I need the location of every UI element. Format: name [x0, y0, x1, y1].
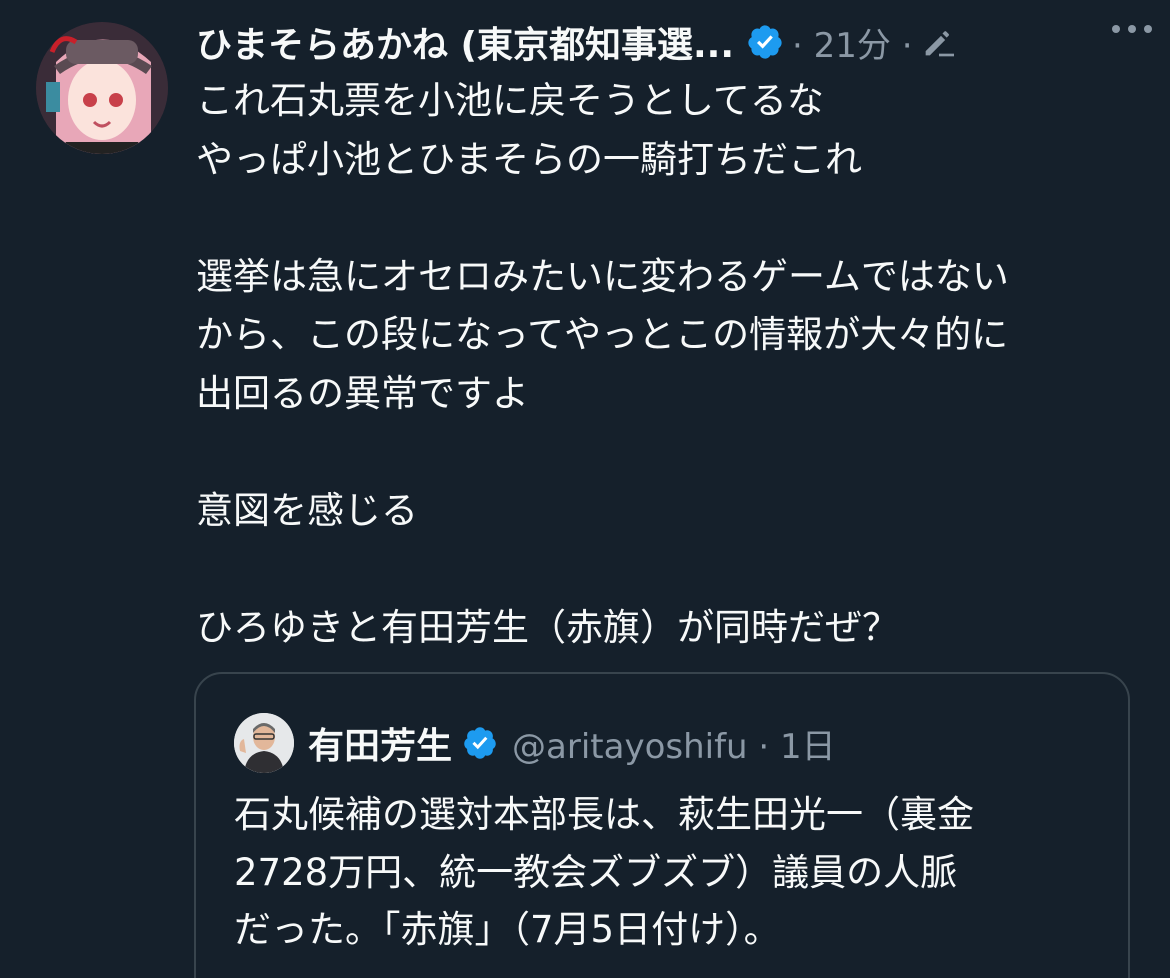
timestamp[interactable]: · 21分 ·	[792, 18, 913, 67]
quoted-text-line: だった。「赤旗」（7月5日付け）。	[234, 908, 781, 951]
author-name[interactable]: ひまそらあかね (東京都知事選...	[196, 16, 734, 68]
verified-badge-icon	[464, 727, 496, 759]
tweet-text-line: 選挙は急にオセロみたいに変わるゲームではない	[196, 254, 1009, 298]
tweet-header: ひまそらあかね (東京都知事選... · 21分 ·	[196, 12, 1130, 72]
quoted-tweet-header: 有田芳生 @aritayoshifu · 1日	[234, 712, 836, 774]
quoted-tweet[interactable]: 有田芳生 @aritayoshifu · 1日 石丸候補の選対本部長は、萩生田光…	[194, 672, 1130, 978]
quoted-text-line: 2728万円、統一教会ズブズブ）議員の人脈	[234, 850, 958, 894]
more-options-icon[interactable]	[1108, 14, 1156, 44]
quoted-handle-timestamp[interactable]: @aritayoshifu · 1日	[512, 719, 836, 768]
tweet-text-line: これ石丸票を小池に戻そうとしてるな	[196, 79, 824, 122]
tweet-text-line: やっぱ小池とひまそらの一騎打ちだこれ	[196, 137, 862, 181]
author-avatar[interactable]	[36, 22, 168, 154]
quoted-author-avatar	[234, 713, 294, 773]
quoted-author-name[interactable]: 有田芳生	[308, 717, 452, 769]
quoted-author-avatar-image	[234, 713, 294, 773]
tweet-text-line: から、この段になってやっとこの情報が大々的に	[196, 313, 1009, 356]
tweet-text-line: 意図を感じる	[196, 488, 418, 532]
quoted-tweet-text: 石丸候補の選対本部長は、萩生田光一（裏金 2728万円、統一教会ズブズブ）議員の…	[234, 786, 1114, 959]
quoted-text-line: 石丸候補の選対本部長は、萩生田光一（裏金	[234, 793, 974, 836]
tweet[interactable]: ひまそらあかね (東京都知事選... · 21分 · これ石丸票を小池に戻そうと…	[0, 0, 1170, 978]
verified-badge-icon	[748, 25, 782, 59]
tweet-text: これ石丸票を小池に戻そうとしてるな やっぱ小池とひまそらの一騎打ちだこれ 選挙は…	[196, 72, 1156, 657]
edited-pencil-icon[interactable]	[919, 22, 959, 62]
tweet-text-line: 出回るの異常ですよ	[196, 371, 529, 415]
author-avatar-image	[36, 22, 168, 154]
tweet-text-line: ひろゆきと有田芳生（赤旗）が同時だぜ？	[196, 605, 899, 649]
